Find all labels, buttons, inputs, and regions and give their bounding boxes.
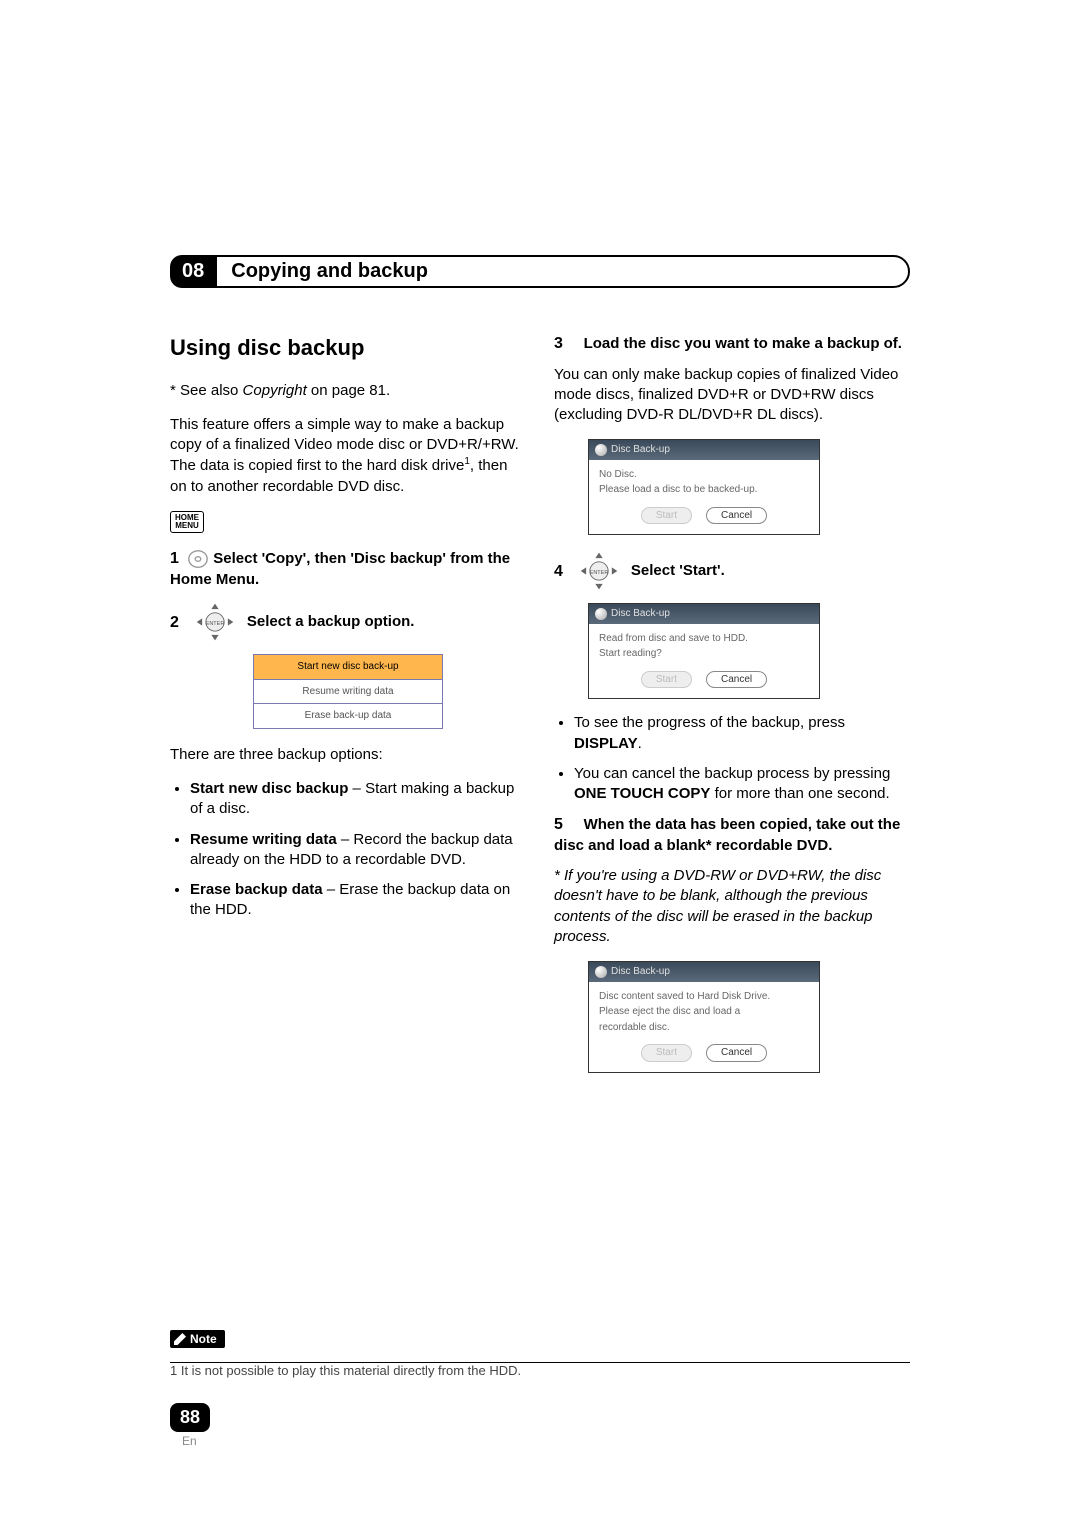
cancel-button[interactable]: Cancel [706,1044,767,1062]
bullet-b-b: ONE TOUCH COPY [574,785,710,802]
dialog-start-reading: Disc Back-up Read from disc and save to … [588,603,820,699]
dialog-line: recordable disc. [599,1021,809,1035]
pencil-icon [174,1333,186,1345]
dialog-title: Disc Back-up [611,607,670,621]
step-2-text: Select a backup option. [247,612,415,632]
step-5: 5 When the data has been copied, take ou… [554,814,910,856]
dialog-title: Disc Back-up [611,965,670,979]
step-4-row: 4 ENTER Select 'Start'. [554,549,910,593]
bullet-a-c: . [638,735,642,752]
home-menu-icon: HOME MENU [170,511,204,533]
start-button[interactable]: Start [641,1044,692,1062]
page-number-badge: 88 [170,1403,210,1432]
step-5-bold: When the data has been copied, take out … [554,816,900,854]
list-item: To see the progress of the backup, press… [574,713,910,754]
dialog-body: No Disc. Please load a disc to be backed… [589,460,819,535]
bullet-1-bold: Start new disc backup [190,780,348,797]
step-3-number: 3 [554,335,563,352]
nav-enter-icon: ENTER [577,549,621,593]
cancel-button[interactable]: Cancel [706,507,767,525]
list-item: Erase backup data – Erase the backup dat… [190,880,526,921]
dialog-body: Read from disc and save to HDD. Start re… [589,624,819,699]
cancel-button[interactable]: Cancel [706,671,767,689]
left-column: Using disc backup * See also Copyright o… [170,333,526,1087]
step-2-row: 2 ENTER Select a backup option. [170,600,526,644]
home-menu-badge-row: HOME MENU [170,511,526,534]
step-4-text: Select 'Start'. [631,561,725,581]
list-item: You can cancel the backup process by pre… [574,764,910,805]
dialog-line: Please load a disc to be backed-up. [599,483,809,497]
step-1-text: Select 'Copy', then 'Disc backup' from t… [170,550,510,588]
list-item: Start new disc backup – Start making a b… [190,779,526,820]
note-divider: 1 It is not possible to play this materi… [170,1362,910,1378]
bullet-b-c: for more than one second. [710,785,889,802]
disc-icon [595,966,607,978]
dialog-header: Disc Back-up [589,440,819,460]
dialog-line: Read from disc and save to HDD. [599,632,809,646]
svg-text:ENTER: ENTER [206,621,225,627]
see-also: * See also Copyright on page 81. [170,381,526,401]
disc-icon [187,548,209,570]
step-3-para: You can only make backup copies of final… [554,365,910,426]
dialog-line: Please eject the disc and load a [599,1005,809,1019]
option-start-new[interactable]: Start new disc back-up [254,655,443,680]
footnote-section: Note 1 It is not possible to play this m… [170,1342,910,1378]
dialog-line: Disc content saved to Hard Disk Drive. [599,990,809,1004]
disc-icon [595,608,607,620]
dialog-content-saved: Disc Back-up Disc content saved to Hard … [588,961,820,1073]
list-item: Resume writing data – Record the backup … [190,830,526,871]
bullet-b-a: You can cancel the backup process by pre… [574,765,890,782]
content-columns: Using disc backup * See also Copyright o… [170,333,910,1087]
disc-icon [595,444,607,456]
step-1: 1 Select 'Copy', then 'Disc backup' from… [170,548,526,590]
see-also-prefix: * See also [170,382,243,399]
step-5-note: * If you're using a DVD-RW or DVD+RW, th… [554,866,910,947]
chapter-header: 08 Copying and backup [170,255,910,288]
intro-paragraph: This feature offers a simple way to make… [170,415,526,497]
manual-page: 08 Copying and backup Using disc backup … [0,0,1080,1147]
step4-notes: To see the progress of the backup, press… [554,713,910,804]
chapter-number-badge: 08 [170,255,216,288]
start-button[interactable]: Start [641,671,692,689]
page-language: En [182,1434,197,1448]
svg-text:ENTER: ENTER [590,570,609,576]
nav-enter-icon: ENTER [193,600,237,644]
note-label-text: Note [190,1332,217,1346]
bullet-a-a: To see the progress of the backup, press [574,714,845,731]
step-3: 3 Load the disc you want to make a backu… [554,333,910,355]
step-5-number: 5 [554,816,563,833]
bullet-2-bold: Resume writing data [190,831,337,848]
step-4-number: 4 [554,561,563,583]
dialog-line: No Disc. [599,468,809,482]
note-badge: Note [170,1330,225,1348]
chapter-title: Copying and backup [231,260,428,282]
option-resume[interactable]: Resume writing data [254,679,443,704]
step-3-bold: Load the disc you want to make a backup … [584,335,902,352]
three-options-intro: There are three backup options: [170,745,526,765]
section-heading: Using disc backup [170,333,526,363]
dialog-header: Disc Back-up [589,962,819,982]
step-1-number: 1 [170,550,179,567]
dialog-no-disc: Disc Back-up No Disc. Please load a disc… [588,439,820,535]
footnote-text: 1 It is not possible to play this materi… [170,1363,910,1378]
dialog-line: Start reading? [599,647,809,661]
see-also-emph: Copyright [243,382,307,399]
option-erase[interactable]: Erase back-up data [254,704,443,729]
backup-options-list: Start new disc backup – Start making a b… [170,779,526,921]
bullet-a-b: DISPLAY [574,735,638,752]
start-button[interactable]: Start [641,507,692,525]
bullet-3-bold: Erase backup data [190,881,323,898]
dialog-header: Disc Back-up [589,604,819,624]
dialog-body: Disc content saved to Hard Disk Drive. P… [589,982,819,1072]
step-2-number: 2 [170,612,179,634]
chapter-title-wrap: Copying and backup [215,255,910,288]
dialog-title: Disc Back-up [611,443,670,457]
backup-options-menu: Start new disc back-up Resume writing da… [253,654,443,729]
right-column: 3 Load the disc you want to make a backu… [554,333,910,1087]
see-also-suffix: on page 81. [307,382,390,399]
